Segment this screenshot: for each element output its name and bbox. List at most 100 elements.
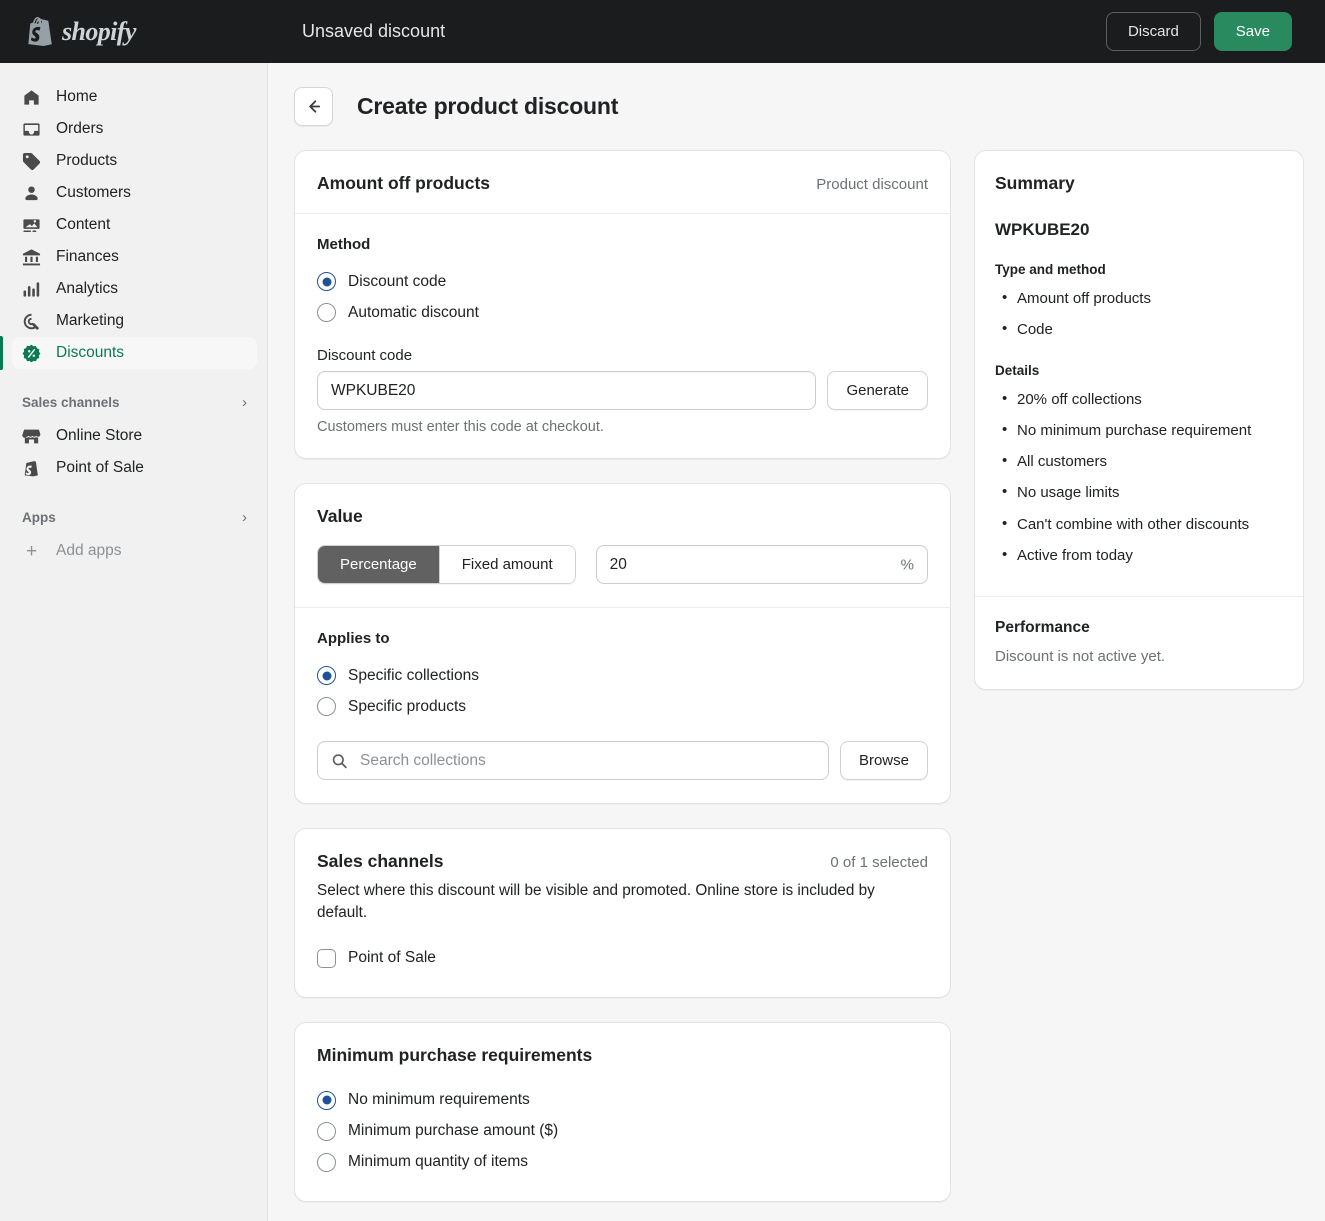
sidebar-item-marketing[interactable]: Marketing bbox=[12, 305, 257, 337]
minimum-purchase-title: Minimum purchase requirements bbox=[317, 1044, 593, 1065]
radio-label: Specific products bbox=[348, 697, 467, 715]
sidebar-section-label: Apps bbox=[22, 509, 56, 525]
value-type-segmented: Percentage Fixed amount bbox=[317, 545, 576, 584]
browse-button[interactable]: Browse bbox=[839, 741, 928, 780]
radio-discount-code[interactable]: Discount code bbox=[317, 266, 928, 297]
radio-specific-collections[interactable]: Specific collections bbox=[317, 660, 928, 691]
sidebar-item-label: Online Store bbox=[56, 427, 143, 444]
sidebar-item-online-store[interactable]: Online Store bbox=[12, 420, 257, 452]
bar-chart-icon bbox=[22, 280, 41, 299]
radio-no-minimum[interactable]: No minimum requirements bbox=[317, 1085, 928, 1116]
shopify-logo[interactable]: shopify bbox=[0, 17, 268, 47]
radio-minimum-quantity[interactable]: Minimum quantity of items bbox=[317, 1147, 928, 1178]
sidebar-item-customers[interactable]: Customers bbox=[12, 177, 257, 209]
discount-type-label: Product discount bbox=[816, 176, 928, 193]
content-image-icon bbox=[22, 216, 41, 235]
sidebar-item-label: Add apps bbox=[56, 542, 122, 559]
sidebar-item-label: Marketing bbox=[56, 312, 125, 329]
amount-off-products-card: Amount off products Product discount Met… bbox=[294, 150, 951, 459]
left-column: Amount off products Product discount Met… bbox=[294, 150, 951, 1221]
discount-badge-icon bbox=[22, 344, 41, 363]
storefront-icon bbox=[22, 427, 41, 446]
radio-indicator bbox=[317, 1090, 336, 1110]
sidebar-item-orders[interactable]: Orders bbox=[12, 113, 257, 145]
value-amount-wrap: % bbox=[595, 545, 928, 584]
value-card: Value Percentage Fixed amount % bbox=[294, 483, 951, 804]
sidebar-section-apps[interactable]: Apps › bbox=[12, 502, 257, 532]
list-item: Amount off products bbox=[995, 287, 1283, 309]
content-columns: Amount off products Product discount Met… bbox=[268, 126, 1325, 1221]
segment-percentage[interactable]: Percentage bbox=[318, 546, 439, 583]
back-button[interactable] bbox=[294, 87, 333, 126]
summary-card: Summary WPKUBE20 Type and method Amount … bbox=[974, 150, 1304, 691]
discard-button[interactable]: Discard bbox=[1105, 12, 1201, 51]
top-bar-actions: Discard Save bbox=[1105, 12, 1325, 51]
checkbox-point-of-sale[interactable]: Point of Sale bbox=[317, 943, 928, 974]
sidebar-item-content[interactable]: Content bbox=[12, 209, 257, 241]
sidebar-item-label: Analytics bbox=[56, 280, 119, 297]
shopify-wordmark: shopify bbox=[62, 16, 136, 46]
save-button[interactable]: Save bbox=[1213, 12, 1292, 51]
search-wrap bbox=[317, 741, 829, 780]
radio-specific-products[interactable]: Specific products bbox=[317, 691, 928, 722]
home-icon bbox=[22, 88, 41, 107]
list-item: All customers bbox=[995, 450, 1283, 472]
summary-discount-code: WPKUBE20 bbox=[995, 220, 1090, 239]
search-collections-input[interactable] bbox=[317, 741, 829, 780]
arrow-left-icon bbox=[309, 100, 321, 113]
sidebar-item-label: Finances bbox=[56, 248, 119, 265]
sidebar-item-label: Content bbox=[56, 216, 111, 233]
generate-button[interactable]: Generate bbox=[827, 371, 928, 410]
discount-code-helper: Customers must enter this code at checko… bbox=[317, 419, 604, 435]
discount-code-input[interactable] bbox=[317, 371, 817, 410]
radio-label: No minimum requirements bbox=[348, 1091, 530, 1109]
sidebar-item-discounts[interactable]: Discounts bbox=[0, 336, 257, 370]
summary-title: Summary bbox=[995, 173, 1075, 193]
main-content: Create product discount Amount off produ… bbox=[268, 63, 1325, 1221]
radio-minimum-amount[interactable]: Minimum purchase amount ($) bbox=[317, 1116, 928, 1147]
sidebar-section-sales-channels[interactable]: Sales channels › bbox=[12, 387, 257, 417]
list-item: Active from today bbox=[995, 544, 1283, 566]
bank-icon bbox=[22, 248, 41, 267]
marketing-target-icon bbox=[22, 312, 41, 331]
sidebar: Home Orders Products Customers Content F… bbox=[0, 63, 268, 1221]
sidebar-item-home[interactable]: Home bbox=[12, 81, 257, 113]
sales-channels-title: Sales channels bbox=[317, 851, 444, 871]
sidebar-section-label: Sales channels bbox=[22, 394, 120, 410]
pos-icon bbox=[22, 459, 41, 478]
sidebar-item-analytics[interactable]: Analytics bbox=[12, 273, 257, 305]
radio-indicator bbox=[317, 272, 336, 291]
sidebar-item-products[interactable]: Products bbox=[12, 145, 257, 177]
document-title: Unsaved discount bbox=[302, 21, 446, 41]
discount-code-label: Discount code bbox=[317, 347, 413, 364]
plus-icon: + bbox=[25, 540, 38, 562]
card-header: Amount off products Product discount bbox=[317, 173, 928, 194]
summary-details-label: Details bbox=[995, 362, 1040, 378]
chevron-right-icon: › bbox=[242, 508, 247, 526]
radio-indicator bbox=[317, 666, 336, 685]
sidebar-item-label: Discounts bbox=[56, 344, 125, 361]
segment-fixed-amount[interactable]: Fixed amount bbox=[438, 546, 575, 583]
sales-channels-card: Sales channels 0 of 1 selected Select wh… bbox=[294, 828, 951, 998]
list-item: Can't combine with other discounts bbox=[995, 513, 1283, 535]
value-amount-input[interactable] bbox=[595, 545, 928, 584]
sales-channels-description: Select where this discount will be visib… bbox=[317, 882, 875, 922]
summary-details-list: 20% off collections No minimum purchase … bbox=[995, 388, 1283, 567]
right-column: Summary WPKUBE20 Type and method Amount … bbox=[974, 150, 1304, 1221]
radio-label: Discount code bbox=[348, 272, 447, 290]
radio-automatic-discount[interactable]: Automatic discount bbox=[317, 297, 928, 328]
sidebar-item-label: Orders bbox=[56, 120, 104, 137]
checkbox-label: Point of Sale bbox=[348, 949, 436, 967]
performance-label: Performance bbox=[995, 619, 1090, 637]
product-tag-icon bbox=[22, 152, 41, 171]
sidebar-item-point-of-sale[interactable]: Point of Sale bbox=[12, 452, 257, 484]
radio-indicator bbox=[317, 697, 336, 716]
sidebar-item-finances[interactable]: Finances bbox=[12, 241, 257, 273]
radio-indicator bbox=[317, 1121, 336, 1141]
checkbox-indicator bbox=[317, 948, 336, 968]
sidebar-item-add-apps[interactable]: + Add apps bbox=[12, 535, 257, 567]
summary-type-method-list: Amount off products Code bbox=[995, 287, 1283, 341]
top-bar: shopify Unsaved discount Discard Save bbox=[0, 0, 1325, 63]
radio-indicator bbox=[317, 1152, 336, 1172]
minimum-purchase-card: Minimum purchase requirements No minimum… bbox=[294, 1021, 951, 1202]
